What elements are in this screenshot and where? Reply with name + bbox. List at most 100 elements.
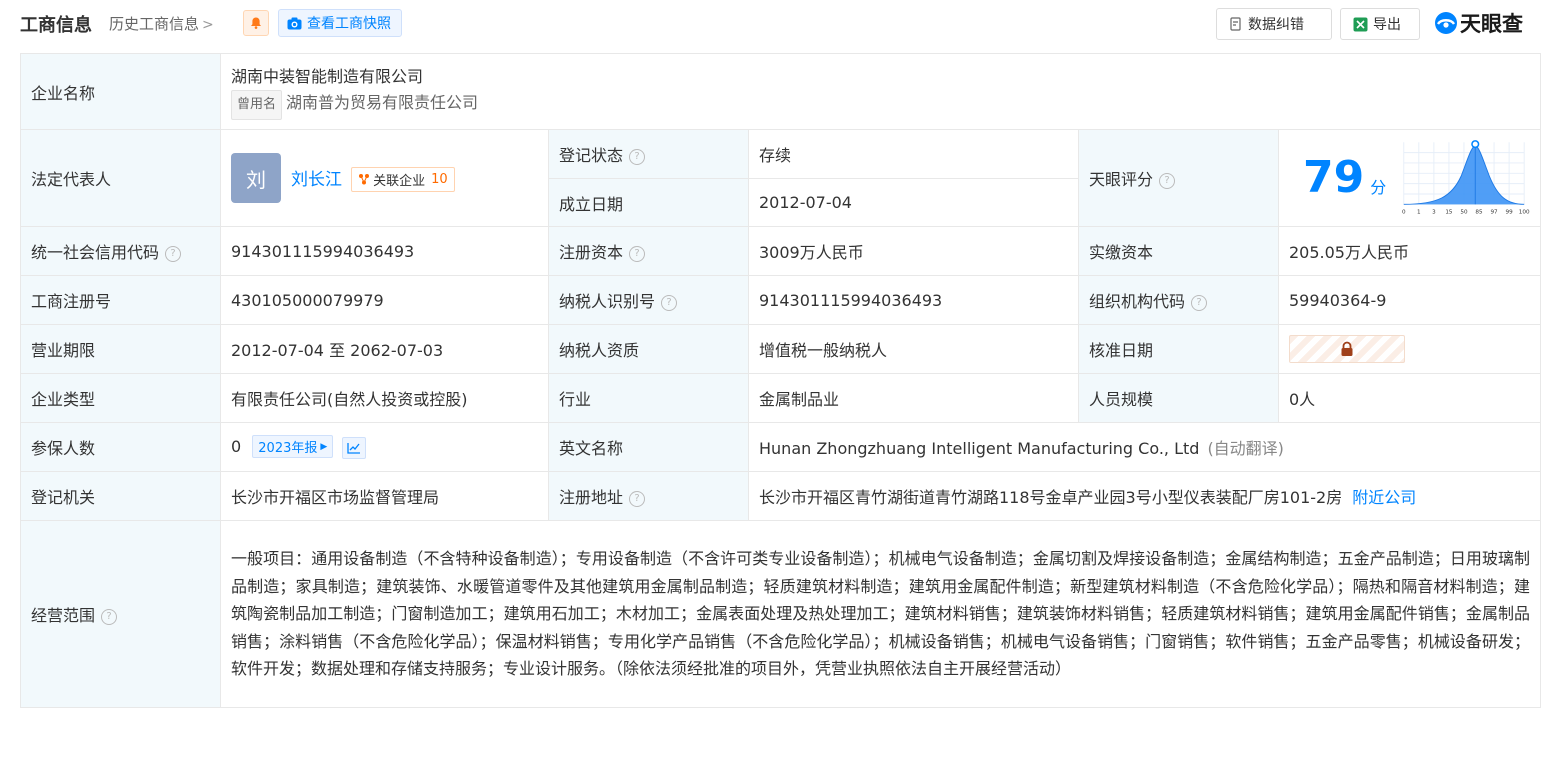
credit-code-label: 统一社会信用代码 [31, 243, 160, 262]
score-label: 天眼评分 [1089, 170, 1154, 189]
address-label-cell: 注册地址? [548, 471, 749, 521]
table-row: 经营范围? 一般项目：通用设备制造（不含特种设备制造）；专用设备制造（不含许可类… [20, 520, 1542, 708]
score-axis-tick: 85 [1476, 210, 1484, 216]
type: 有限责任公司(自然人投资或控股) [220, 373, 549, 423]
logo-text: 天眼查 [1460, 12, 1523, 36]
correction-icon [1230, 17, 1241, 31]
vip-locked-value[interactable] [1289, 335, 1405, 363]
camera-icon [287, 17, 302, 29]
org-code: 59940364-9 [1277, 275, 1542, 325]
section-header: 工商信息 历史工商信息 > 查看工商快照 数据纠错 导出 天眼查 [20, 6, 1539, 40]
export-label: 导出 [1373, 17, 1401, 33]
authority-label: 登记机关 [20, 471, 221, 521]
history-link[interactable]: 历史工商信息 > [109, 13, 214, 34]
address: 长沙市开福区青竹湖街道青竹湖路118号金卓产业园3号小型仪表装配厂房101-2房 [759, 488, 1343, 507]
taxpayer-id: 914301115994036493 [748, 275, 1079, 325]
credit-code-label-cell: 统一社会信用代码? [20, 226, 221, 276]
score-axis-tick: 3 [1432, 210, 1436, 216]
found-date: 2012-07-04 [748, 178, 1079, 227]
score-axis-tick: 15 [1446, 210, 1454, 216]
term-label: 营业期限 [20, 324, 221, 374]
help-icon[interactable]: ? [1191, 294, 1208, 311]
address-label: 注册地址 [559, 488, 624, 507]
table-row: 统一社会信用代码? 914301115994036493 注册资本? 3009万… [20, 226, 1542, 276]
avatar[interactable]: 刘 [231, 153, 281, 203]
related-label: 关联企业 [373, 173, 426, 189]
en-name-note: (自动翻译) [1207, 439, 1284, 458]
former-name-tag: 曾用名 [231, 89, 283, 120]
table-row: 法定代表人 刘 刘长江 关联企业10 登记状态? 存续 天眼评分? 79 分 [20, 129, 1542, 227]
credit-code: 914301115994036493 [220, 226, 549, 276]
annual-report-year-selector[interactable]: 2023年报 ▶ [252, 435, 334, 459]
table-row: 工商注册号 430105000079979 纳税人识别号? 9143011159… [20, 275, 1542, 325]
reg-capital: 3009万人民币 [748, 226, 1079, 276]
chevron-right-icon: > [202, 17, 214, 33]
help-icon[interactable]: ? [1159, 172, 1176, 189]
reg-status-label: 登记状态 [559, 146, 624, 165]
en-name: Hunan Zhongzhuang Intelligent Manufactur… [759, 439, 1200, 458]
table-row: 企业类型 有限责任公司(自然人投资或控股) 行业 金属制品业 人员规模 0人 [20, 373, 1542, 423]
trend-chart-button[interactable] [342, 436, 367, 459]
score-label-cell: 天眼评分? [1078, 129, 1279, 227]
trend-chart-icon [347, 442, 361, 454]
monitor-bell-button[interactable] [243, 10, 269, 36]
former-name: 湖南普为贸易有限责任公司 [286, 92, 479, 112]
annual-report-year: 2023年报 [258, 441, 318, 457]
found-date-label: 成立日期 [548, 178, 749, 227]
caret-right-icon: ▶ [320, 441, 328, 452]
business-info-table: 企业名称 湖南中装智能制造有限公司 曾用名 湖南普为贸易有限责任公司 法定代表人 … [20, 53, 1542, 708]
table-row: 营业期限 2012-07-04 至 2062-07-03 纳税人资质 增值税一般… [20, 324, 1542, 374]
related-companies-badge[interactable]: 关联企业 10 [351, 166, 455, 192]
company-name-label: 企业名称 [20, 53, 221, 130]
insured-count: 0 [231, 437, 242, 457]
view-snapshot-label: 查看工商快照 [307, 16, 391, 32]
score-cell[interactable]: 79 分 0 1 3 15 50 85 97 99 100 [1277, 129, 1542, 227]
export-button[interactable]: 导出 [1340, 8, 1420, 40]
tianyancha-logo-icon [1435, 12, 1457, 34]
history-link-label[interactable]: 历史工商信息 [109, 15, 199, 33]
data-error-label: 数据纠错 [1248, 17, 1304, 33]
score-axis-tick: 99 [1506, 210, 1514, 216]
help-icon[interactable]: ? [661, 294, 678, 311]
reg-status: 存续 [748, 129, 1079, 179]
lock-icon [1341, 341, 1353, 356]
reg-capital-label: 注册资本 [559, 243, 624, 262]
help-icon[interactable]: ? [629, 490, 646, 507]
term: 2012-07-04 至 2062-07-03 [220, 324, 549, 374]
help-icon[interactable]: ? [629, 148, 646, 165]
view-snapshot-button[interactable]: 查看工商快照 [278, 9, 402, 37]
help-icon[interactable]: ? [629, 245, 646, 262]
help-icon[interactable]: ? [165, 245, 182, 262]
en-name-label: 英文名称 [548, 422, 749, 472]
scope-label-cell: 经营范围? [20, 520, 221, 708]
data-error-button[interactable]: 数据纠错 [1216, 8, 1332, 40]
insured-label: 参保人数 [20, 422, 221, 472]
brand-logo[interactable]: 天眼查 [1434, 8, 1523, 38]
legal-rep-link[interactable]: 刘长江 [291, 170, 342, 190]
staff-label: 人员规模 [1078, 373, 1279, 423]
staff: 0人 [1277, 373, 1542, 423]
business-scope: 一般项目：通用设备制造（不含特种设备制造）；专用设备制造（不含许可类专业设备制造… [219, 520, 1542, 708]
industry: 金属制品业 [748, 373, 1079, 423]
reg-no: 430105000079979 [220, 275, 549, 325]
score-axis-tick: 97 [1491, 210, 1499, 216]
score-axis-tick: 100 [1519, 210, 1530, 216]
industry-label: 行业 [548, 373, 749, 423]
table-row: 参保人数 0 2023年报 ▶ 英文名称 Hunan Zhongzhuang In… [20, 422, 1542, 472]
nearby-companies-link[interactable]: 附近公司 [1352, 488, 1416, 507]
legal-rep-label: 法定代表人 [20, 129, 221, 227]
related-count: 10 [431, 171, 448, 187]
score-axis-tick: 1 [1417, 210, 1421, 216]
score-value: 79 [1303, 152, 1365, 203]
help-icon[interactable]: ? [101, 608, 118, 625]
score-distribution-chart: 0 1 3 15 50 85 97 99 100 [1402, 140, 1530, 216]
org-code-label-cell: 组织机构代码? [1078, 275, 1279, 325]
taxpayer-id-label: 纳税人识别号 [559, 292, 656, 311]
paid-capital: 205.05万人民币 [1277, 226, 1542, 276]
legal-rep-cell: 刘 刘长江 关联企业 10 [220, 129, 549, 227]
insured-cell: 0 2023年报 ▶ [220, 422, 549, 472]
company-name: 湖南中装智能制造有限公司 [231, 66, 424, 86]
bell-icon [251, 17, 261, 29]
authority: 长沙市开福区市场监督管理局 [220, 471, 549, 521]
score-axis-tick: 0 [1402, 210, 1406, 216]
